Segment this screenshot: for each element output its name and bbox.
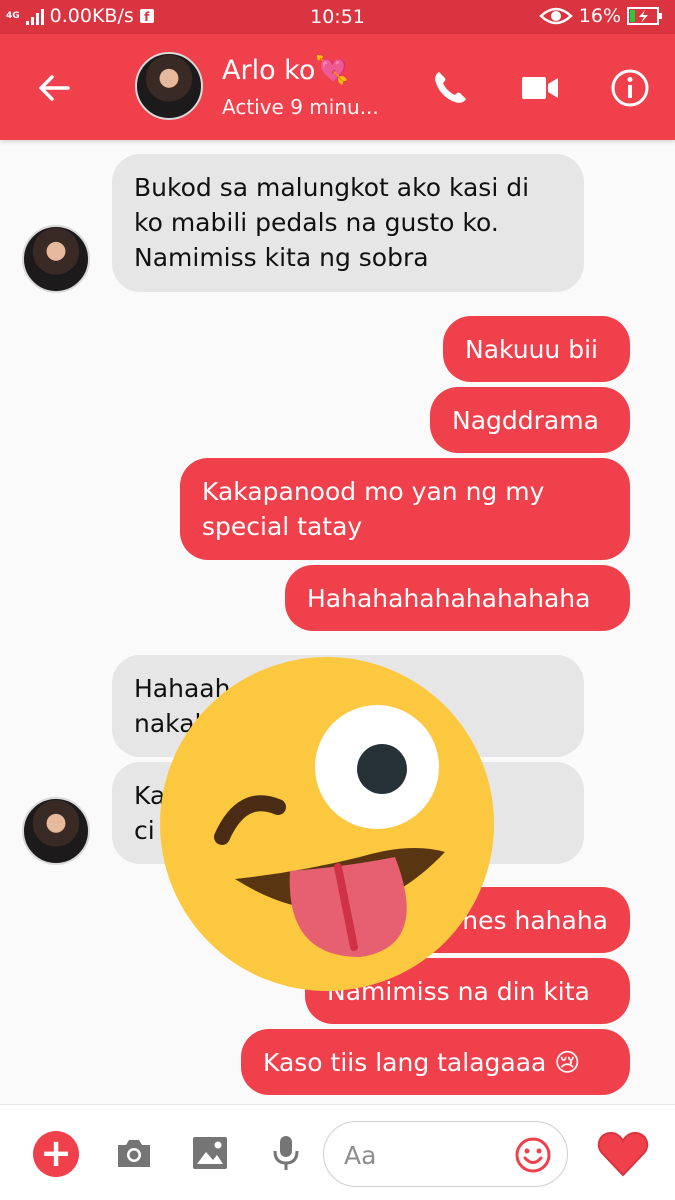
sender-avatar <box>22 225 90 293</box>
message-input-wrapper <box>323 1121 568 1187</box>
message-bubble-outgoing[interactable]: Nagddrama <box>430 387 630 453</box>
conversation-header: Arlo ko💘 Active 9 minu... <box>0 34 675 140</box>
message-input[interactable] <box>344 1136 494 1174</box>
back-arrow-icon[interactable] <box>34 68 74 108</box>
image-icon[interactable] <box>190 1133 230 1173</box>
eye-icon <box>538 7 573 25</box>
contact-avatar[interactable] <box>135 52 203 120</box>
message-bubble-incoming[interactable]: Bukod sa malungkot ako kasi di ko mabili… <box>112 154 584 292</box>
contact-name[interactable]: Arlo ko💘 <box>222 54 349 86</box>
smiley-icon[interactable] <box>514 1136 552 1174</box>
message-bubble-outgoing[interactable]: Kakapanood mo yan ng my special tatay <box>180 458 630 560</box>
battery-icon <box>627 7 662 25</box>
info-icon[interactable] <box>610 68 650 108</box>
plus-icon[interactable]: + <box>33 1131 79 1177</box>
message-bubble-outgoing[interactable]: Nakuuu bii <box>443 316 630 382</box>
status-right: 16% <box>538 5 663 27</box>
heart-icon[interactable] <box>597 1131 649 1177</box>
video-camera-icon[interactable] <box>520 70 560 106</box>
message-bubble-outgoing[interactable]: Hahahahahahahahaha <box>285 565 630 631</box>
phone-icon[interactable] <box>430 68 470 108</box>
sender-avatar <box>22 797 90 865</box>
camera-icon[interactable] <box>114 1133 154 1173</box>
battery-percent: 16% <box>578 5 621 27</box>
message-composer: + <box>0 1104 675 1200</box>
active-status: Active 9 minu... <box>222 95 379 119</box>
microphone-icon[interactable] <box>266 1133 306 1173</box>
winking-tongue-emoji-icon <box>160 657 494 991</box>
status-bar: 4G 0.00KB/s f 10:51 16% <box>0 0 675 34</box>
message-bubble-outgoing[interactable]: Kaso tiis lang talagaaa 😢 <box>241 1029 630 1095</box>
